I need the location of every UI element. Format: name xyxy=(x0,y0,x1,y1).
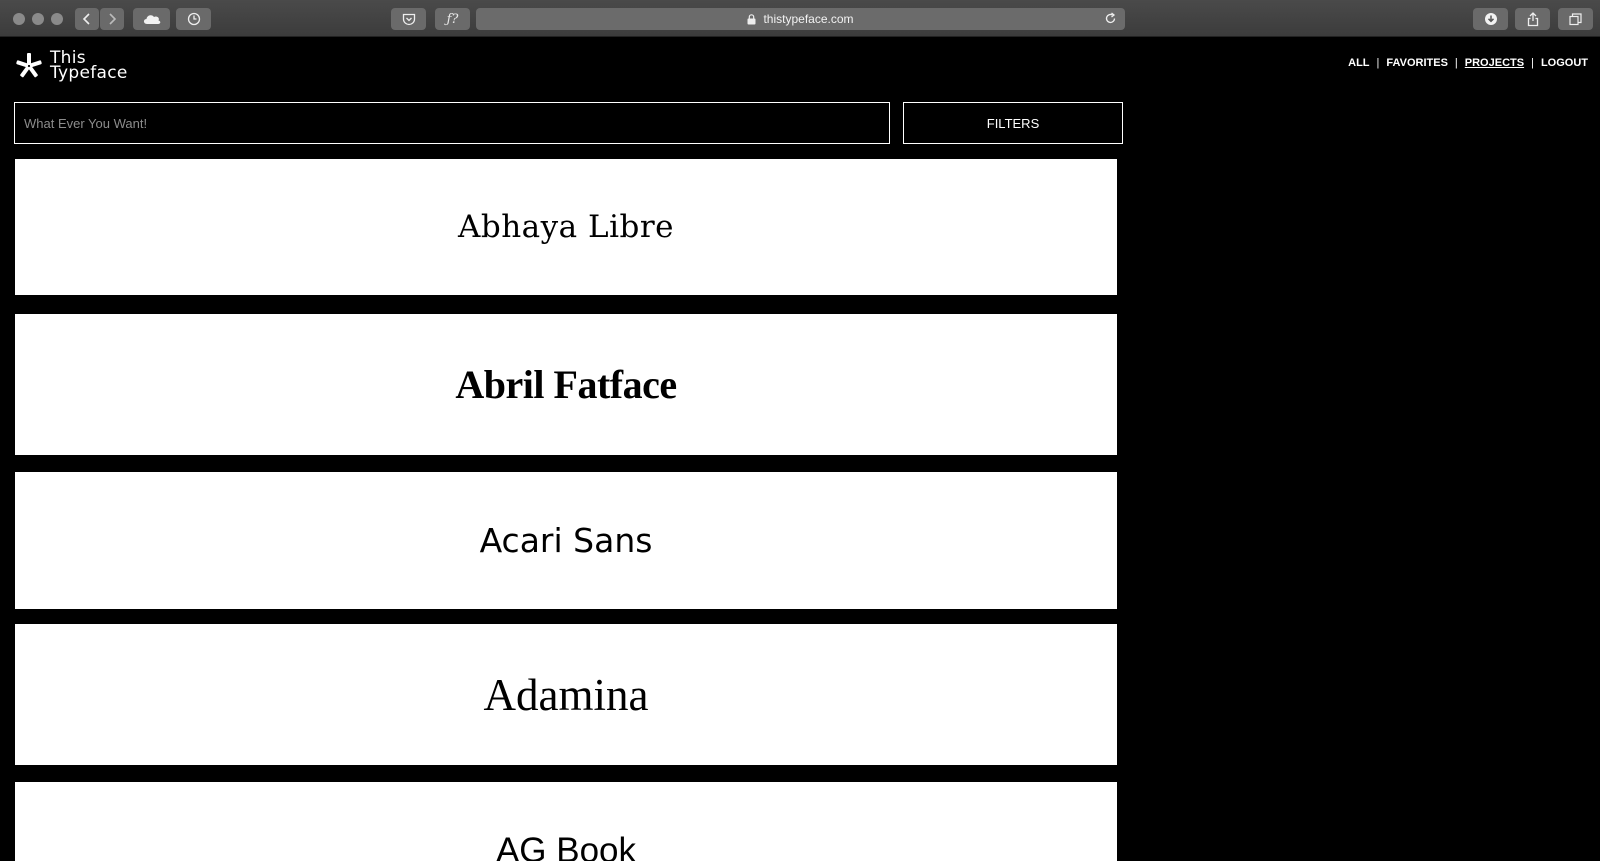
font-card-ag-book[interactable]: AG Book xyxy=(15,782,1117,861)
font-card-abril-fatface[interactable]: Abril Fatface xyxy=(15,314,1117,455)
minimize-window-button[interactable] xyxy=(32,13,44,25)
site-logo[interactable]: This Typeface xyxy=(15,50,128,83)
zoom-window-button[interactable] xyxy=(51,13,63,25)
reload-icon[interactable] xyxy=(1104,12,1117,25)
nav-projects[interactable]: PROJECTS xyxy=(1465,57,1524,69)
cloud-icon xyxy=(143,15,160,24)
pocket-icon xyxy=(402,13,415,25)
page: This Typeface ALL | FAVORITES | PROJECTS… xyxy=(0,37,1600,861)
font-card-acari-sans[interactable]: Acari Sans xyxy=(15,472,1117,609)
font-card-adamina[interactable]: Adamina xyxy=(15,624,1117,765)
nav-separator: | xyxy=(1376,57,1380,69)
chevron-left-icon xyxy=(82,13,90,25)
download-icon xyxy=(1484,13,1497,25)
font-name: Abhaya Libre xyxy=(457,209,675,245)
close-window-button[interactable] xyxy=(13,13,25,25)
icloud-tabs-button[interactable] xyxy=(133,8,170,30)
filters-button[interactable]: FILTERS xyxy=(903,102,1123,144)
share-button[interactable] xyxy=(1515,8,1550,30)
nav-all[interactable]: ALL xyxy=(1348,57,1369,69)
nav-favorites[interactable]: FAVORITES xyxy=(1386,57,1448,69)
font-name: Acari Sans xyxy=(479,521,653,560)
downloads-button[interactable] xyxy=(1473,8,1508,30)
logo-line-2: Typeface xyxy=(50,63,128,83)
logo-wordmark: This Typeface xyxy=(50,50,128,83)
font-card-abhaya-libre[interactable]: Abhaya Libre xyxy=(15,159,1117,295)
history-button[interactable] xyxy=(176,8,211,30)
filters-label: FILTERS xyxy=(986,115,1040,131)
font-name: Adamina xyxy=(483,669,649,720)
pocket-button[interactable] xyxy=(391,8,426,30)
share-icon xyxy=(1527,11,1538,26)
nav-separator: | xyxy=(1531,57,1534,69)
url-text: thistypeface.com xyxy=(763,12,854,26)
nav-separator: | xyxy=(1454,57,1458,69)
tab-overview-button[interactable] xyxy=(1558,8,1593,30)
history-icon xyxy=(187,12,200,26)
forward-button[interactable] xyxy=(100,8,124,30)
search-input[interactable]: What Ever You Want! xyxy=(14,102,890,144)
search-placeholder: What Ever You Want! xyxy=(24,115,148,131)
font-name: AG Book xyxy=(495,831,637,861)
chevron-right-icon xyxy=(109,13,117,25)
address-bar[interactable]: thistypeface.com xyxy=(476,8,1125,30)
font-icon: ƒ? xyxy=(446,11,459,27)
font-identify-button[interactable]: ƒ? xyxy=(435,8,470,30)
tabs-icon xyxy=(1569,12,1582,25)
top-nav: ALL | FAVORITES | PROJECTS | LOGOUT xyxy=(1348,57,1588,69)
back-button[interactable] xyxy=(75,8,99,30)
nav-logout[interactable]: LOGOUT xyxy=(1541,57,1588,69)
browser-toolbar: ƒ? thistypeface.com xyxy=(0,0,1600,37)
lock-icon xyxy=(747,13,756,24)
font-name: Abril Fatface xyxy=(455,362,677,407)
asterisk-logo-icon xyxy=(16,53,42,78)
